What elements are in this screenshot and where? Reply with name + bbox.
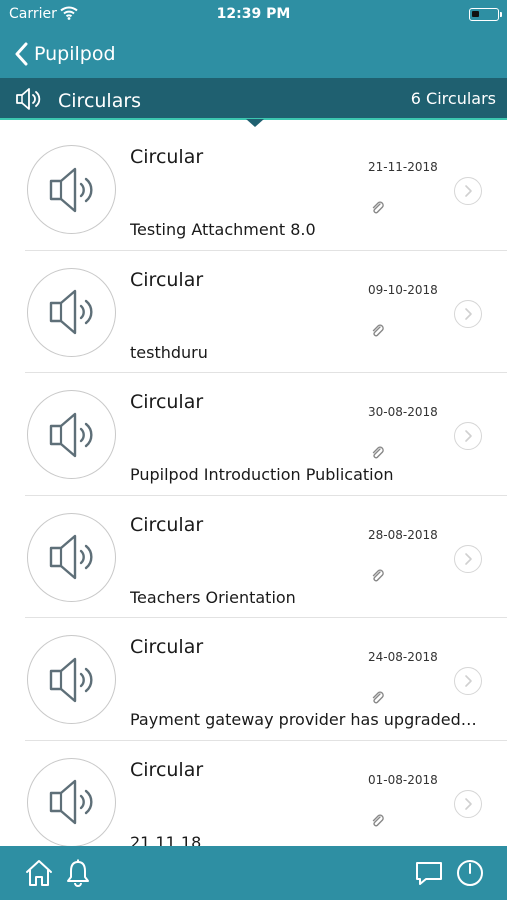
open-circular-button[interactable] (454, 422, 482, 450)
nav-bar: Pupilpod (0, 30, 507, 78)
circular-subtitle: Payment gateway provider has upgraded t.… (130, 710, 480, 729)
list-item[interactable]: Circular 30-08-2018 Pupilpod Introduction … (0, 373, 507, 496)
circular-avatar (27, 390, 116, 479)
speaker-icon (49, 657, 92, 702)
list-item[interactable]: Circular 01-08-2018 21.11.18 (0, 741, 507, 847)
circular-subtitle: Teachers Orientation (130, 587, 296, 607)
circular-avatar (27, 267, 116, 357)
circular-avatar (27, 757, 116, 846)
attachment-icon (371, 690, 385, 709)
circular-avatar (27, 145, 116, 234)
circular-title: Circular (130, 636, 204, 658)
chevron-right-icon (465, 675, 472, 687)
circular-count: 6 Circulars (410, 89, 496, 108)
status-bar: Carrier 12:39 PM (0, 0, 507, 30)
speaker-icon (49, 167, 92, 212)
section-title: Circulars (58, 90, 142, 112)
list-item[interactable]: Circular 24-08-2018 Payment gateway provid… (0, 618, 507, 741)
clock: 12:39 PM (216, 6, 291, 22)
circular-date: 24-08-2018 (368, 650, 438, 664)
bell-icon[interactable] (64, 858, 92, 892)
open-circular-button[interactable] (454, 544, 482, 573)
circular-avatar (27, 635, 116, 724)
circular-list[interactable]: Circular 21-11-2018 Testing Attachment 8.0… (0, 128, 507, 846)
open-circular-button[interactable] (454, 789, 482, 818)
attachment-icon (371, 323, 385, 342)
list-item[interactable]: Circular 28-08-2018 Teachers Orientation (0, 496, 507, 618)
circular-avatar (27, 512, 116, 602)
circular-subtitle: 21.11.18 (130, 832, 202, 847)
battery-icon (469, 8, 502, 21)
list-item[interactable]: Circular 09-10-2018 testhduru (0, 251, 507, 373)
speaker-icon (49, 289, 92, 335)
circular-date: 09-10-2018 (368, 282, 438, 297)
open-circular-button[interactable] (454, 177, 482, 205)
tab-bar (0, 846, 507, 900)
section-header: Circulars 6 Circulars (0, 78, 507, 127)
chevron-left-icon (15, 42, 28, 66)
circular-date: 21-11-2018 (368, 160, 438, 174)
battery-level (472, 11, 479, 17)
circular-subtitle: testhduru (130, 342, 208, 362)
home-icon[interactable] (24, 858, 54, 892)
back-button[interactable]: Pupilpod (14, 39, 116, 69)
attachment-icon (371, 568, 385, 587)
circular-title: Circular (130, 268, 204, 291)
header-notch (246, 119, 264, 127)
open-circular-button[interactable] (454, 299, 482, 328)
circular-date: 30-08-2018 (368, 405, 438, 419)
back-label: Pupilpod (34, 43, 116, 65)
list-item[interactable]: Circular 21-11-2018 Testing Attachment 8.0 (0, 128, 507, 251)
chevron-right-icon (465, 185, 472, 197)
circular-date: 28-08-2018 (368, 527, 438, 542)
chevron-right-icon (465, 797, 472, 810)
chevron-right-icon (465, 307, 472, 320)
chat-icon[interactable] (414, 858, 444, 892)
speaker-icon (49, 779, 92, 825)
circular-title: Circular (130, 391, 204, 413)
chevron-right-icon (465, 430, 472, 442)
attachment-icon (371, 200, 385, 219)
circular-subtitle: Testing Attachment 8.0 (130, 220, 316, 239)
speaker-icon (49, 412, 92, 457)
open-circular-button[interactable] (454, 667, 482, 695)
attachment-icon (371, 813, 385, 832)
power-icon[interactable] (455, 858, 485, 892)
speaker-icon (14, 86, 42, 116)
attachment-icon (371, 445, 385, 464)
speaker-icon (49, 534, 92, 580)
circular-title: Circular (130, 146, 204, 168)
circular-date: 01-08-2018 (368, 772, 438, 787)
circular-subtitle: Pupilpod Introduction Publication (130, 465, 394, 484)
circular-title: Circular (130, 758, 204, 781)
chevron-right-icon (465, 552, 472, 565)
circular-title: Circular (130, 513, 204, 536)
